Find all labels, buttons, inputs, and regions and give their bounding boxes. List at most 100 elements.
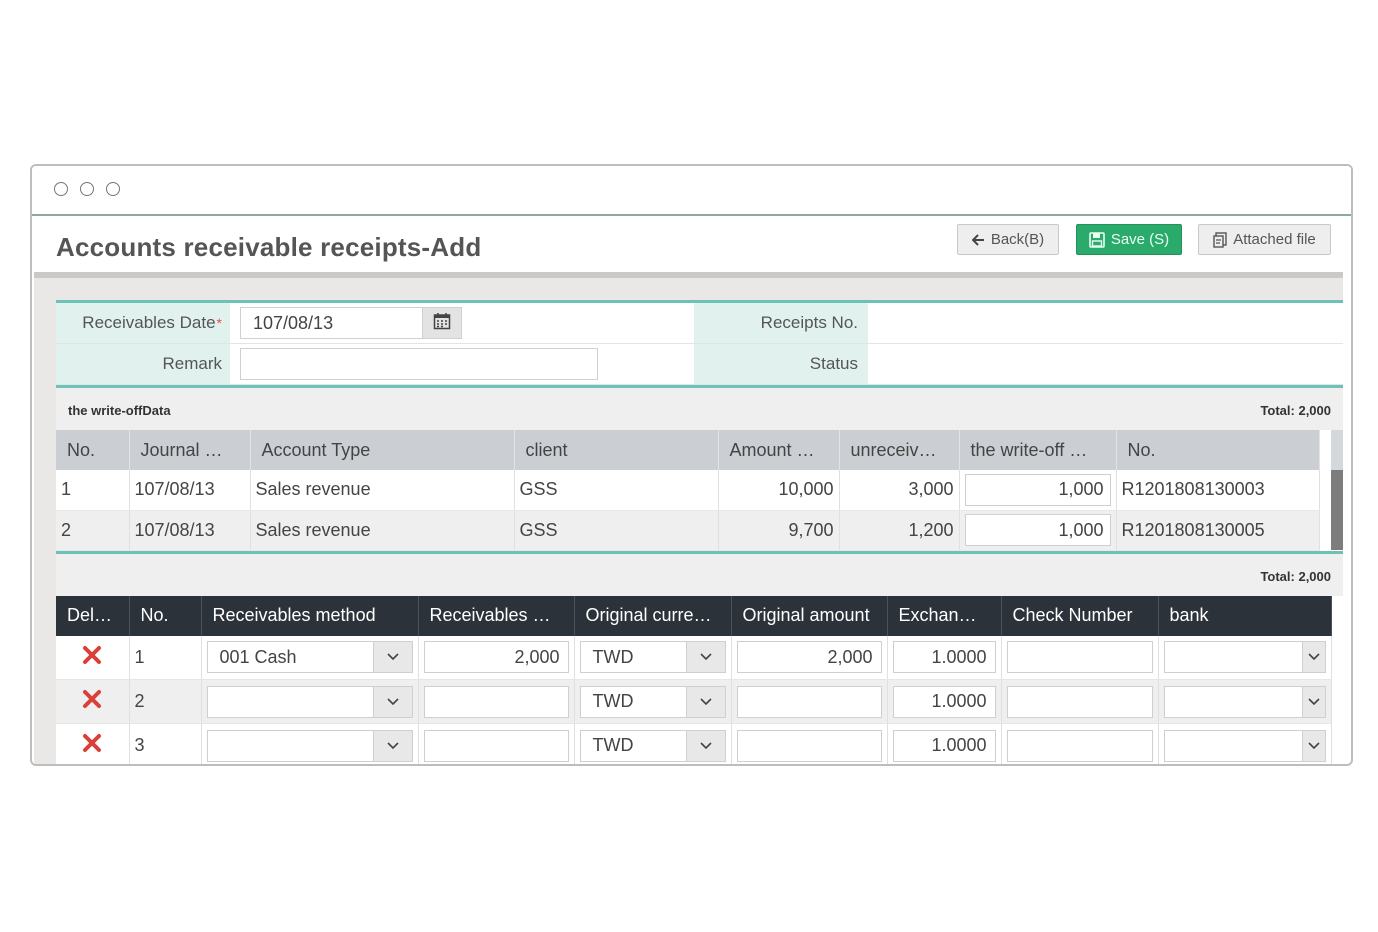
cell-currency: TWD bbox=[574, 679, 732, 724]
back-button[interactable]: Back(B) bbox=[957, 224, 1059, 255]
column-header-bank[interactable]: bank bbox=[1158, 595, 1332, 636]
cell-original-amount: 2,000 bbox=[731, 635, 888, 680]
chevron-down-icon bbox=[685, 686, 725, 717]
check-number-input[interactable] bbox=[1006, 685, 1153, 718]
chevron-down-icon bbox=[1301, 642, 1325, 673]
receivables-amount-input[interactable] bbox=[423, 729, 569, 762]
column-header-original-currency[interactable]: Original curre… bbox=[574, 595, 732, 636]
cell-writeoff: 1,000 bbox=[959, 510, 1117, 551]
receivables-table: Del… No. Receivables method Receivables … bbox=[56, 595, 1332, 764]
delete-row-button[interactable] bbox=[61, 645, 124, 670]
cell-amount: 10,000 bbox=[718, 470, 840, 511]
window-control-close[interactable] bbox=[54, 182, 68, 196]
receivables-amount-input[interactable] bbox=[423, 685, 569, 718]
currency-select[interactable]: TWD bbox=[579, 685, 726, 718]
chevron-down-icon bbox=[372, 686, 412, 717]
writeoff-header-row: No. Journal … Account Type client Amount… bbox=[56, 430, 1320, 470]
bank-select[interactable] bbox=[1163, 685, 1326, 718]
original-amount-input[interactable] bbox=[736, 729, 882, 762]
cell-client: GSS bbox=[514, 470, 719, 511]
x-delete-icon bbox=[82, 733, 102, 758]
writeoff-grid: No. Journal … Account Type client Amount… bbox=[56, 430, 1343, 551]
cell-ref-no: R1201808130003 bbox=[1116, 470, 1320, 511]
save-button[interactable]: Save (S) bbox=[1076, 224, 1182, 255]
select-value: TWD bbox=[592, 691, 634, 711]
column-header-check-number[interactable]: Check Number bbox=[1001, 595, 1159, 636]
cell-bank bbox=[1158, 723, 1332, 764]
column-header-original-amount[interactable]: Original amount bbox=[731, 595, 888, 636]
column-header-ref-no[interactable]: No. bbox=[1116, 430, 1320, 470]
cell-exchange: 1.0000 bbox=[887, 635, 1002, 680]
writeoff-amount-input[interactable]: 1,000 bbox=[964, 514, 1111, 546]
table-row: 2 TWD 1.0000 bbox=[56, 679, 1332, 724]
writeoff-scrollbar[interactable] bbox=[1331, 470, 1343, 550]
column-header-unreceived[interactable]: unreceiv… bbox=[839, 430, 960, 470]
cell-original-amount bbox=[731, 723, 888, 764]
cell-currency: TWD bbox=[574, 723, 732, 764]
bank-select[interactable] bbox=[1163, 729, 1326, 762]
select-value: TWD bbox=[592, 646, 634, 667]
column-header-amount[interactable]: Amount … bbox=[718, 430, 840, 470]
column-header-receivables-method[interactable]: Receivables method bbox=[201, 595, 419, 636]
original-amount-input[interactable]: 2,000 bbox=[736, 641, 882, 674]
exchange-rate-input[interactable]: 1.0000 bbox=[892, 685, 996, 718]
delete-row-button[interactable] bbox=[61, 733, 124, 758]
writeoff-amount-input[interactable]: 1,000 bbox=[964, 473, 1111, 506]
cell-method bbox=[201, 679, 419, 724]
cell-unreceived: 1,200 bbox=[839, 510, 960, 551]
remark-input[interactable] bbox=[240, 348, 598, 380]
receipts-no-label: Receipts No. bbox=[694, 303, 868, 343]
currency-select[interactable]: TWD bbox=[579, 729, 726, 762]
bank-select[interactable] bbox=[1163, 641, 1326, 674]
cell-check-number bbox=[1001, 679, 1159, 724]
receivables-method-select[interactable] bbox=[206, 685, 413, 718]
column-header-journal[interactable]: Journal … bbox=[129, 430, 251, 470]
cell-delete bbox=[56, 723, 130, 764]
receivables-date-input[interactable]: 107/08/13 bbox=[240, 307, 424, 339]
cell-bank bbox=[1158, 679, 1332, 724]
cell-delete bbox=[56, 679, 130, 724]
exchange-rate-input[interactable]: 1.0000 bbox=[892, 729, 996, 762]
column-header-client[interactable]: client bbox=[514, 430, 719, 470]
currency-select[interactable]: TWD bbox=[579, 641, 726, 674]
column-header-no[interactable]: No. bbox=[56, 430, 130, 470]
cell-writeoff: 1,000 bbox=[959, 470, 1117, 511]
receivables-amount-input[interactable]: 2,000 bbox=[423, 641, 569, 674]
check-number-input[interactable] bbox=[1006, 729, 1153, 762]
column-header-writeoff[interactable]: the write-off … bbox=[959, 430, 1117, 470]
table-row[interactable]: 1 107/08/13 Sales revenue GSS 10,000 3,0… bbox=[56, 470, 1320, 511]
receivables-date-label: Receivables Date * bbox=[56, 303, 230, 343]
column-header-exchange[interactable]: Exchan… bbox=[887, 595, 1002, 636]
form-row-date: Receivables Date * 107/08/13 Receipts No. bbox=[56, 303, 1343, 344]
attached-file-button[interactable]: Attached file bbox=[1198, 224, 1331, 255]
receivables-date-label-text: Receivables Date bbox=[82, 313, 216, 332]
original-amount-input[interactable] bbox=[736, 685, 882, 718]
chevron-down-icon bbox=[685, 730, 725, 761]
page-header: Accounts receivable receipts-Add Back(B)… bbox=[32, 216, 1351, 272]
receivables-method-select[interactable] bbox=[206, 729, 413, 762]
cell-method bbox=[201, 723, 419, 764]
check-number-input[interactable] bbox=[1006, 641, 1153, 674]
cell-receivables: 2,000 bbox=[418, 635, 575, 680]
column-header-account-type[interactable]: Account Type bbox=[250, 430, 515, 470]
cell-no: 2 bbox=[129, 679, 202, 724]
window-control-maximize[interactable] bbox=[106, 182, 120, 196]
window-control-minimize[interactable] bbox=[80, 182, 94, 196]
column-header-no[interactable]: No. bbox=[129, 595, 202, 636]
column-header-receivables[interactable]: Receivables … bbox=[418, 595, 575, 636]
delete-row-button[interactable] bbox=[61, 689, 124, 714]
receivables-method-select[interactable]: 001 Cash bbox=[206, 641, 413, 674]
cell-journal: 107/08/13 bbox=[129, 510, 251, 551]
receivables-header-row: Del… No. Receivables method Receivables … bbox=[56, 595, 1332, 636]
cell-receivables bbox=[418, 679, 575, 724]
remark-label: Remark bbox=[56, 344, 230, 384]
table-row[interactable]: 2 107/08/13 Sales revenue GSS 9,700 1,20… bbox=[56, 510, 1320, 551]
calendar-button[interactable] bbox=[422, 307, 462, 339]
table-row: 1 001 Cash 2,000 TWD 2,000 1.0000 bbox=[56, 635, 1332, 680]
column-header-delete[interactable]: Del… bbox=[56, 595, 130, 636]
receivables-total: Total: 2,000 bbox=[1260, 568, 1331, 584]
exchange-rate-input[interactable]: 1.0000 bbox=[892, 641, 996, 674]
calendar-icon bbox=[433, 312, 451, 335]
cell-exchange: 1.0000 bbox=[887, 723, 1002, 764]
cell-currency: TWD bbox=[574, 635, 732, 680]
